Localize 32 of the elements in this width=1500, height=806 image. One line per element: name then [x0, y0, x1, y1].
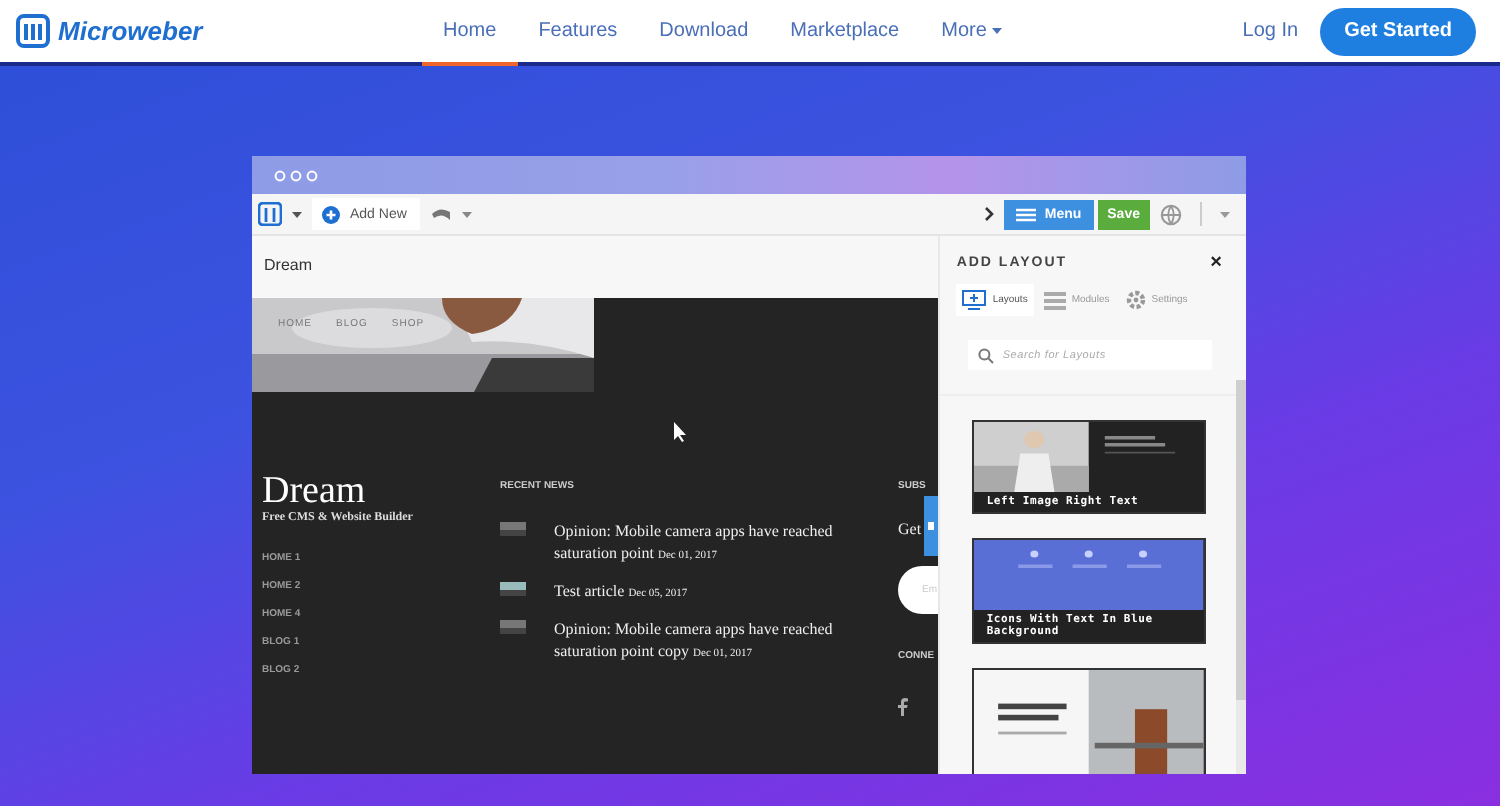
news-thumbnail	[500, 620, 526, 634]
settings-icon	[1125, 290, 1146, 310]
close-button[interactable]: ×	[1210, 252, 1222, 274]
caret-icon[interactable]	[292, 211, 302, 217]
logo-icon[interactable]	[258, 202, 282, 226]
brand-name[interactable]: Microweber	[58, 16, 203, 46]
logo-icon[interactable]	[16, 14, 50, 48]
news-thumbnail	[500, 582, 526, 596]
get-started-button[interactable]: Get Started	[1320, 7, 1476, 55]
news-thumbnail	[500, 522, 526, 536]
caret-icon[interactable]	[992, 28, 1003, 34]
nav-link[interactable]: Download	[638, 0, 770, 66]
scrollbar[interactable]	[1236, 380, 1246, 774]
caret-icon[interactable]	[462, 211, 473, 217]
page-title: Dream	[252, 236, 939, 298]
side-handle[interactable]	[924, 496, 939, 556]
subscribe-text: Get	[898, 520, 924, 538]
nav-link[interactable]: More	[920, 0, 1024, 66]
globe-icon[interactable]	[1160, 203, 1182, 225]
monitor-icon	[962, 290, 987, 310]
login-link[interactable]: Log In	[1242, 20, 1299, 42]
stack-icon	[1043, 291, 1066, 309]
chevron-right-icon[interactable]	[984, 206, 995, 222]
facebook-icon[interactable]	[898, 698, 908, 716]
nav-link[interactable]: Marketplace	[769, 0, 921, 66]
menu-icon	[1016, 207, 1037, 221]
plus-icon	[322, 205, 340, 223]
undo-icon[interactable]	[430, 206, 453, 222]
nav-link[interactable]: Features	[517, 0, 639, 66]
cursor-icon	[674, 422, 688, 442]
window-dots-icon	[274, 169, 318, 181]
site-brand: Dream	[262, 472, 366, 512]
